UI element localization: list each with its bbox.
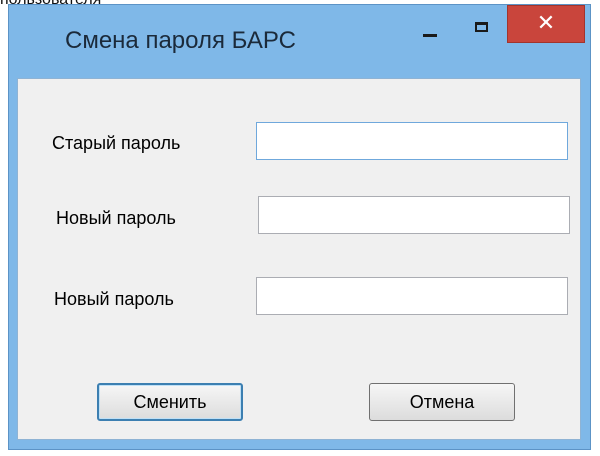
minimize-icon [423,34,437,37]
change-button[interactable]: Сменить [97,383,243,421]
close-button[interactable]: ✕ [507,5,585,43]
window-title: Смена пароля БАРС [65,27,296,54]
confirm-password-label: Новый пароль [54,289,174,309]
new-password-label: Новый пароль [56,208,176,228]
maximize-button[interactable] [467,17,497,41]
minimize-button[interactable] [415,19,445,43]
password-change-dialog: Смена пароля БАРС ✕ Старый пароль Новый … [8,4,591,450]
old-password-field[interactable] [256,122,568,160]
old-password-label: Старый пароль [52,133,181,153]
close-icon: ✕ [536,11,556,36]
maximize-icon [475,22,488,32]
title-bar[interactable]: Смена пароля БАРС ✕ [9,5,590,77]
cancel-button[interactable]: Отмена [369,383,515,421]
new-password-field[interactable] [258,196,570,234]
confirm-password-field[interactable] [256,277,568,315]
dialog-client-area: Старый пароль Новый пароль Новый пароль … [17,78,581,440]
